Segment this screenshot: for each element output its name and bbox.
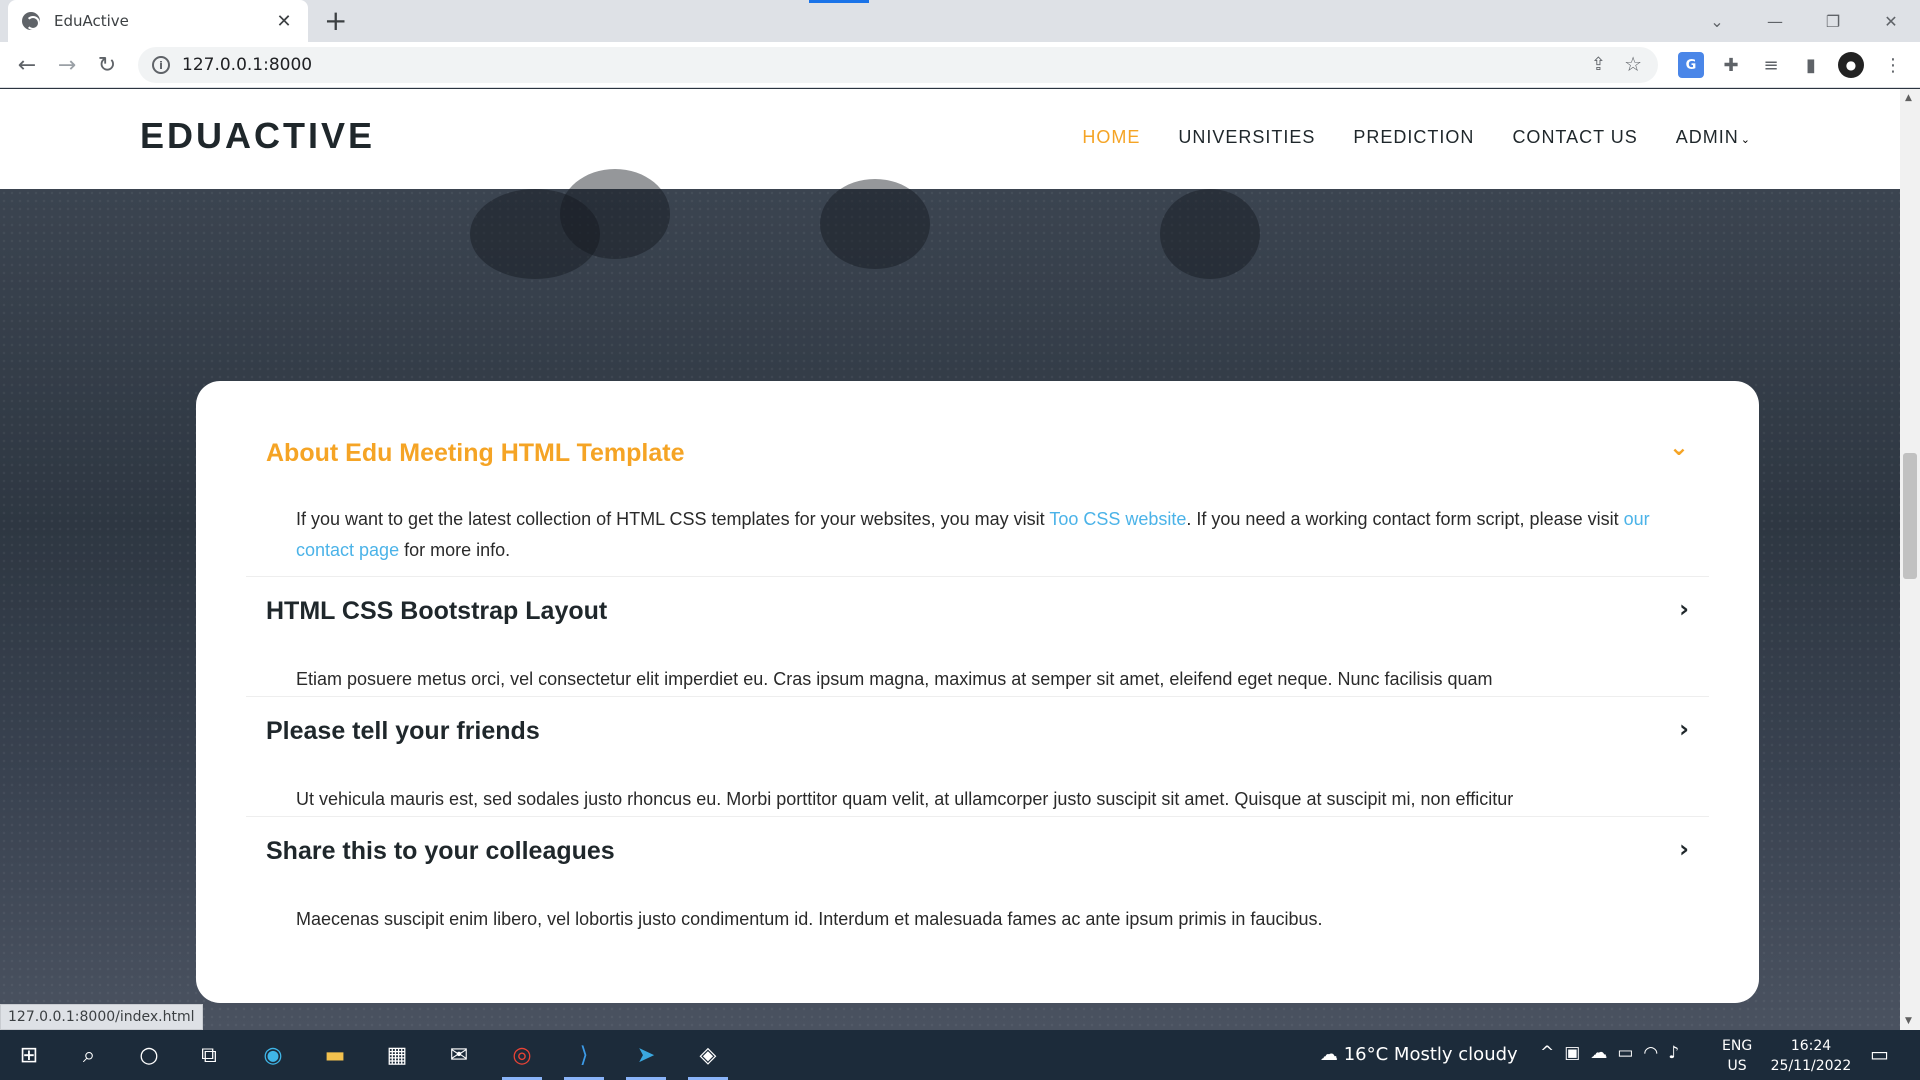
nav-universities[interactable]: UNIVERSITIES — [1178, 127, 1315, 148]
device-icon[interactable]: ▣ — [1564, 1043, 1590, 1063]
body-text: If you want to get the latest collection… — [296, 509, 1050, 529]
edge-icon[interactable]: ◉ — [256, 1038, 290, 1072]
taskbar-clock[interactable]: 16:24 25/11/2022 — [1766, 1036, 1856, 1076]
too-css-link[interactable]: Too CSS website — [1049, 509, 1186, 529]
volume-icon[interactable]: ♪ — [1668, 1043, 1689, 1063]
chrome-icon[interactable]: ◎ — [505, 1038, 539, 1072]
weather-text: 16°C Mostly cloudy — [1343, 1044, 1518, 1065]
accordion-header[interactable]: Share this to your colleagues — [246, 817, 1709, 886]
restore-button[interactable]: ❐ — [1804, 0, 1862, 42]
translate-extension-icon[interactable]: G — [1678, 52, 1704, 78]
wifi-icon[interactable]: ◠ — [1643, 1043, 1668, 1063]
windows-taskbar: ⊞ ⌕ ○ ⧉ ◉ ▬ ▦ ✉ ◎ ⟩ ➤ ◈ ☁ 16°C Mostly cl… — [0, 1030, 1920, 1080]
tabstrip-accent — [809, 0, 869, 3]
new-tab-button[interactable]: + — [324, 6, 347, 36]
accordion-body: If you want to get the latest collection… — [246, 488, 1709, 576]
scroll-up-icon[interactable]: ▲ — [1905, 93, 1912, 103]
main-nav: HOME UNIVERSITIES PREDICTION CONTACT US … — [1082, 127, 1750, 148]
faq-accordion: About Edu Meeting HTML Template ⌄ If you… — [196, 381, 1759, 1003]
battery-icon[interactable]: ▭ — [1617, 1043, 1643, 1063]
chevron-right-icon[interactable]: › — [1679, 835, 1689, 863]
accordion-item: Share this to your colleagues › Maecenas… — [246, 817, 1709, 937]
clock-time: 16:24 — [1790, 1038, 1832, 1054]
accordion-body-peek: Maecenas suscipit enim libero, vel lobor… — [296, 909, 1323, 929]
share-icon[interactable]: ⇪ — [1591, 54, 1606, 75]
language-indicator[interactable]: ENG US — [1722, 1036, 1752, 1076]
side-panel-icon[interactable]: ▮ — [1798, 52, 1824, 78]
forward-icon[interactable]: → — [52, 50, 82, 80]
cortana-icon[interactable]: ○ — [132, 1038, 166, 1072]
extensions-puzzle-icon[interactable]: ✚ — [1718, 52, 1744, 78]
scroll-down-icon[interactable]: ▼ — [1905, 1016, 1912, 1026]
url-text[interactable]: 127.0.0.1:8000 — [182, 55, 312, 75]
close-window-button[interactable]: ✕ — [1862, 0, 1920, 42]
background-photo-person — [1160, 189, 1260, 279]
site-info-icon[interactable]: i — [152, 56, 170, 74]
notification-center-icon[interactable]: ▭ — [1870, 1042, 1889, 1066]
chevron-right-icon[interactable]: › — [1679, 715, 1689, 743]
close-tab-icon[interactable]: ✕ — [274, 11, 294, 32]
nav-admin-dropdown[interactable]: ADMIN ⌄ — [1676, 127, 1750, 148]
link-status-bubble: 127.0.0.1:8000/index.html — [0, 1004, 203, 1030]
task-view-icon[interactable]: ⧉ — [192, 1038, 226, 1072]
profile-avatar[interactable]: ● — [1838, 52, 1864, 78]
accordion-item: HTML CSS Bootstrap Layout › Etiam posuer… — [246, 577, 1709, 697]
background-photo-person — [560, 169, 670, 259]
tab-title: EduActive — [54, 12, 129, 30]
keyboard-layout: US — [1727, 1058, 1747, 1074]
nav-home[interactable]: HOME — [1082, 127, 1140, 148]
nav-prediction[interactable]: PREDICTION — [1353, 127, 1474, 148]
search-icon[interactable]: ⌕ — [72, 1038, 106, 1072]
cloud-icon: ☁ — [1320, 1044, 1344, 1065]
hero-background: About Edu Meeting HTML Template ⌄ If you… — [0, 169, 1900, 1030]
chevron-down-icon[interactable]: ⌄ — [1669, 433, 1689, 461]
accordion-header[interactable]: Please tell your friends — [246, 697, 1709, 766]
media-queue-icon[interactable]: ≡ — [1758, 52, 1784, 78]
window-controls: ⌄ — ❐ ✕ — [1688, 0, 1920, 42]
browser-tabbar: EduActive ✕ + ⌄ — ❐ ✕ — [0, 0, 1920, 42]
address-bar[interactable]: i 127.0.0.1:8000 ⇪ ☆ — [138, 47, 1658, 83]
nav-contact-us[interactable]: CONTACT US — [1512, 127, 1637, 148]
clock-date: 25/11/2022 — [1770, 1058, 1852, 1074]
pycharm-icon[interactable]: ◈ — [691, 1038, 725, 1072]
tray-chevron-icon[interactable]: ^ — [1540, 1043, 1564, 1063]
microsoft-store-icon[interactable]: ▦ — [380, 1038, 414, 1072]
system-tray[interactable]: ^▣☁▭◠♪ — [1540, 1043, 1689, 1063]
telegram-icon[interactable]: ➤ — [629, 1038, 663, 1072]
file-explorer-icon[interactable]: ▬ — [318, 1038, 352, 1072]
chevron-down-icon: ⌄ — [1740, 133, 1750, 146]
page-viewport: EDUACTIVE HOME UNIVERSITIES PREDICTION C… — [0, 89, 1900, 1030]
body-text: . If you need a working contact form scr… — [1186, 509, 1624, 529]
browser-toolbar: ← → ↻ i 127.0.0.1:8000 ⇪ ☆ — [0, 42, 1920, 88]
onedrive-icon[interactable]: ☁ — [1590, 1043, 1617, 1063]
accordion-item: Please tell your friends › Ut vehicula m… — [246, 697, 1709, 817]
chevron-right-icon[interactable]: › — [1679, 595, 1689, 623]
tab-search-icon[interactable]: ⌄ — [1688, 0, 1746, 42]
vscode-icon[interactable]: ⟩ — [567, 1038, 601, 1072]
body-text: for more info. — [399, 540, 511, 560]
accordion-header[interactable]: HTML CSS Bootstrap Layout — [246, 577, 1709, 646]
background-photo-person — [820, 179, 930, 269]
menu-kebab-icon[interactable]: ⋮ — [1880, 52, 1906, 78]
browser-tab[interactable]: EduActive ✕ — [8, 0, 308, 42]
accordion-item: About Edu Meeting HTML Template ⌄ If you… — [246, 419, 1709, 577]
scrollbar-thumb[interactable] — [1903, 453, 1917, 579]
weather-widget[interactable]: ☁ 16°C Mostly cloudy — [1320, 1044, 1518, 1065]
page-scrollbar[interactable]: ▲ ▼ — [1900, 89, 1920, 1030]
bookmark-star-icon[interactable]: ☆ — [1624, 52, 1642, 76]
windows-start-icon[interactable]: ⊞ — [12, 1038, 46, 1072]
accordion-body-peek: Etiam posuere metus orci, vel consectetu… — [296, 669, 1493, 689]
globe-icon — [22, 12, 40, 30]
site-logo[interactable]: EDUACTIVE — [140, 115, 375, 157]
back-icon[interactable]: ← — [12, 50, 42, 80]
reload-icon[interactable]: ↻ — [92, 50, 122, 80]
accordion-body-peek: Ut vehicula mauris est, sed sodales just… — [296, 789, 1514, 809]
minimize-button[interactable]: — — [1746, 0, 1804, 42]
mail-icon[interactable]: ✉ — [442, 1038, 476, 1072]
site-header: EDUACTIVE HOME UNIVERSITIES PREDICTION C… — [0, 89, 1900, 189]
accordion-header[interactable]: About Edu Meeting HTML Template — [246, 419, 1709, 488]
nav-admin[interactable]: ADMIN — [1676, 127, 1739, 147]
language-code: ENG — [1722, 1038, 1753, 1054]
